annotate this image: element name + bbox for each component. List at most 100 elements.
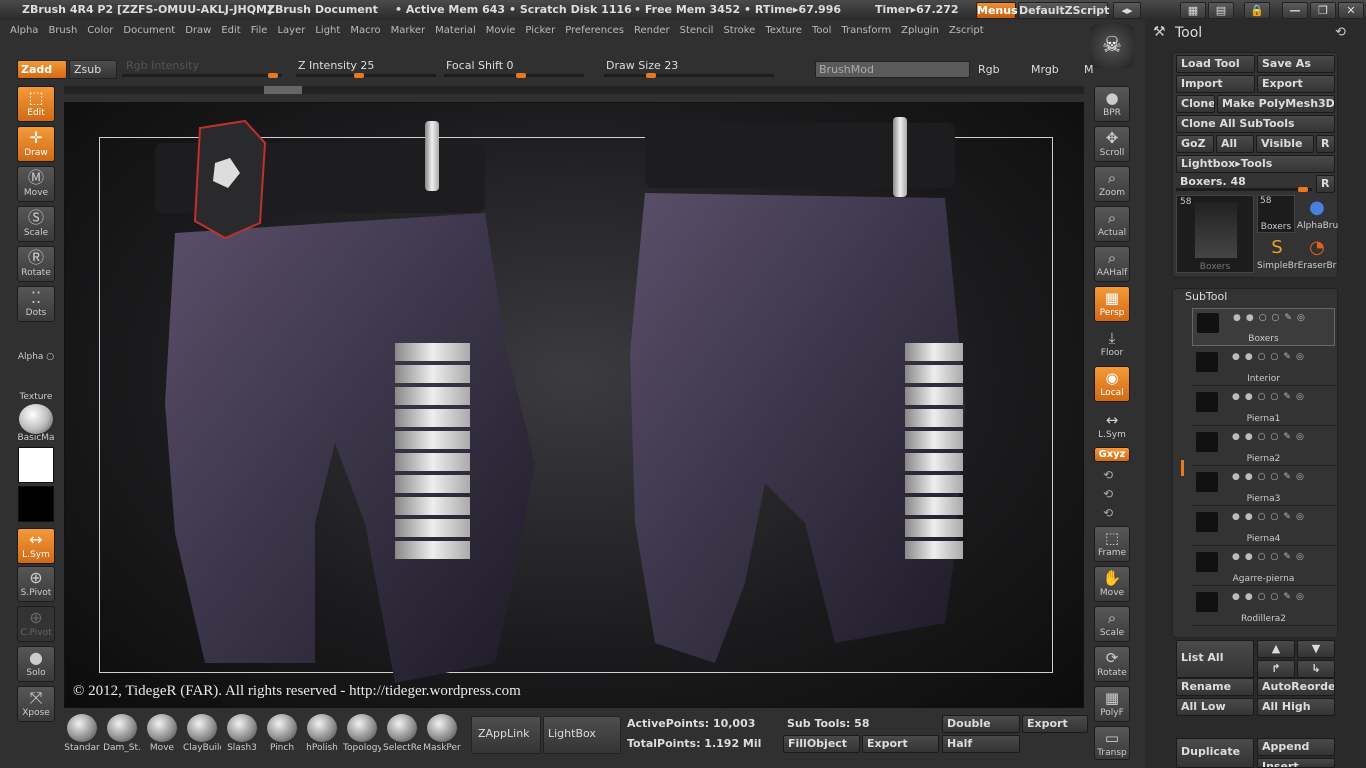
brush-claybuilc[interactable]: ClayBuilc: [183, 714, 221, 754]
tool-thumb-main[interactable]: 58 Boxers: [1176, 195, 1254, 273]
default-zscript-button[interactable]: DefaultZScript: [1018, 2, 1109, 19]
export-button[interactable]: Export: [1257, 75, 1335, 93]
brush-selectre[interactable]: SelectRe: [383, 714, 421, 754]
save-as-button[interactable]: Save As: [1257, 55, 1335, 73]
goz-button[interactable]: GoZ: [1176, 135, 1214, 153]
menu-draw[interactable]: Draw: [185, 21, 211, 36]
menu-stroke[interactable]: Stroke: [723, 21, 755, 36]
menu-zscript[interactable]: Zscript: [949, 21, 984, 36]
brush-move[interactable]: Move: [143, 714, 181, 754]
menu-marker[interactable]: Marker: [391, 21, 426, 36]
menu-brush[interactable]: Brush: [48, 21, 77, 36]
subtool-row[interactable]: ●●○○✎◎ Agarre-pierna: [1192, 548, 1335, 586]
rename-button[interactable]: Rename: [1176, 678, 1254, 696]
brushmod-field[interactable]: BrushMod: [815, 61, 970, 78]
aahalf-button[interactable]: ⌕ AAHalf: [1094, 246, 1130, 282]
all-low-button[interactable]: All Low: [1176, 698, 1254, 716]
duplicate-button[interactable]: Duplicate: [1176, 738, 1254, 768]
subtool-row[interactable]: ●●○○✎◎ Pierna4: [1192, 508, 1335, 546]
z-intensity-slider[interactable]: Z Intensity 25: [296, 59, 436, 79]
floor-button[interactable]: ⤓ Floor: [1094, 326, 1130, 362]
xpose-button[interactable]: ⤧ Xpose: [17, 686, 55, 722]
rgb-intensity-slider[interactable]: Rgb Intensity: [122, 59, 282, 79]
move-up-arrow-icon[interactable]: ↱: [1257, 660, 1295, 678]
append-button[interactable]: Append: [1257, 738, 1335, 756]
subtool-row[interactable]: ●●○○✎◎ Pierna3: [1192, 468, 1335, 506]
tool-palette-title[interactable]: Tool: [1175, 25, 1202, 41]
export-button-bottom[interactable]: Export: [862, 735, 939, 753]
menu-macro[interactable]: Macro: [350, 21, 380, 36]
menu-light[interactable]: Light: [315, 21, 340, 36]
brush-slash3[interactable]: Slash3: [223, 714, 261, 754]
zadd-button[interactable]: Zadd: [17, 60, 67, 79]
menu-tool[interactable]: Tool: [812, 21, 831, 36]
menus-button[interactable]: Menus: [976, 2, 1018, 19]
zoom-button[interactable]: ⌕ Zoom: [1094, 166, 1130, 202]
mrgb-button[interactable]: Mrgb: [1031, 63, 1059, 76]
subtool-toggle-icons[interactable]: ●●○○✎◎: [1232, 392, 1309, 402]
layout2-icon[interactable]: ▤: [1208, 2, 1234, 19]
tool-thumb-eraserbrush[interactable]: ◔ EraserBr: [1297, 235, 1337, 273]
move-down-icon[interactable]: ▼: [1297, 640, 1335, 658]
lightbox-tools-button[interactable]: Lightbox▸Tools: [1176, 155, 1335, 173]
subtool-toggle-icons[interactable]: ●●○○✎◎: [1232, 472, 1309, 482]
transp-button[interactable]: ▭ Transp: [1094, 726, 1130, 760]
subtool-row[interactable]: ●●○○✎◎ Interior: [1192, 348, 1335, 386]
subtool-toggle-icons[interactable]: ●●○○✎◎: [1232, 432, 1309, 442]
right-move-button[interactable]: ✋ Move: [1094, 566, 1130, 602]
subtool-scroll-marker[interactable]: [1181, 460, 1184, 476]
menu-render[interactable]: Render: [634, 21, 670, 36]
rotate-button[interactable]: Ⓡ Rotate: [17, 246, 55, 282]
load-tool-button[interactable]: Load Tool: [1176, 55, 1255, 73]
menu-picker[interactable]: Picker: [525, 21, 555, 36]
local-button[interactable]: ◉ Local: [1094, 366, 1130, 402]
close-icon[interactable]: ✕: [1338, 2, 1364, 19]
subtool-toggle-icons[interactable]: ●●○○✎◎: [1232, 592, 1309, 602]
menu-alpha[interactable]: Alpha: [10, 21, 38, 36]
rotation-axis-icons[interactable]: ⟲ ⟲ ⟲: [1103, 466, 1113, 523]
brush-dam-st-[interactable]: Dam_St.: [103, 714, 141, 754]
zapplink-button[interactable]: ZAppLink: [471, 716, 541, 754]
subtool-row[interactable]: ●●○○✎◎ Pierna2: [1192, 428, 1335, 466]
subtool-toggle-icons[interactable]: ●●○○✎◎: [1233, 313, 1310, 323]
draw-button[interactable]: ✛ Draw: [17, 126, 55, 162]
tool-slider[interactable]: Boxers. 48: [1176, 175, 1312, 193]
half-button[interactable]: Half: [942, 735, 1020, 753]
scroll-arrows-icon[interactable]: ◂▸: [1113, 2, 1141, 19]
minimize-icon[interactable]: —: [1282, 2, 1308, 19]
import-button[interactable]: Import: [1176, 75, 1255, 93]
subtool-row[interactable]: ●●○○✎◎ Pierna1: [1192, 388, 1335, 426]
goz-all-button[interactable]: All: [1216, 135, 1254, 153]
goz-visible-button[interactable]: Visible: [1256, 135, 1314, 153]
menu-texture[interactable]: Texture: [765, 21, 802, 36]
move-button[interactable]: Ⓜ Move: [17, 166, 55, 202]
dots-stroke-button[interactable]: ⁚⁚ Dots: [17, 286, 55, 322]
menu-material[interactable]: Material: [435, 21, 476, 36]
insert-button[interactable]: Insert: [1257, 758, 1335, 768]
tool-thumb-boxers[interactable]: 58 Boxers: [1257, 195, 1295, 233]
bpr-button[interactable]: ● BPR: [1094, 86, 1130, 122]
menu-layer[interactable]: Layer: [277, 21, 305, 36]
fillobject-button[interactable]: FillObject: [783, 735, 860, 753]
viewport-canvas[interactable]: © 2012, TidegeR (FAR). All rights reserv…: [64, 102, 1084, 708]
brush-pinch[interactable]: Pinch: [263, 714, 301, 754]
menu-zplugin[interactable]: Zplugin: [901, 21, 939, 36]
secondary-color-swatch[interactable]: [18, 486, 54, 522]
subtool-toggle-icons[interactable]: ●●○○✎◎: [1232, 552, 1309, 562]
zsub-button[interactable]: Zsub: [69, 60, 117, 79]
menu-preferences[interactable]: Preferences: [565, 21, 624, 36]
menu-stencil[interactable]: Stencil: [680, 21, 714, 36]
subtool-toggle-icons[interactable]: ●●○○✎◎: [1232, 512, 1309, 522]
double-button[interactable]: Double: [942, 715, 1020, 733]
subtool-row[interactable]: ●●○○✎◎ Boxers: [1192, 308, 1335, 346]
menu-file[interactable]: File: [251, 21, 268, 36]
all-high-button[interactable]: All High: [1257, 698, 1335, 716]
rgb-button[interactable]: Rgb: [978, 63, 1000, 76]
move-down-arrow-icon[interactable]: ↳: [1297, 660, 1335, 678]
subtool-toggle-icons[interactable]: ●●○○✎◎: [1232, 352, 1309, 362]
brush-topology[interactable]: Topology: [343, 714, 381, 754]
main-color-swatch[interactable]: [18, 447, 54, 483]
refresh-icon[interactable]: ⟲: [1335, 25, 1346, 40]
cpivot-button[interactable]: ⊕ C.Pivot: [17, 606, 55, 642]
scale-button[interactable]: Ⓢ Scale: [17, 206, 55, 242]
